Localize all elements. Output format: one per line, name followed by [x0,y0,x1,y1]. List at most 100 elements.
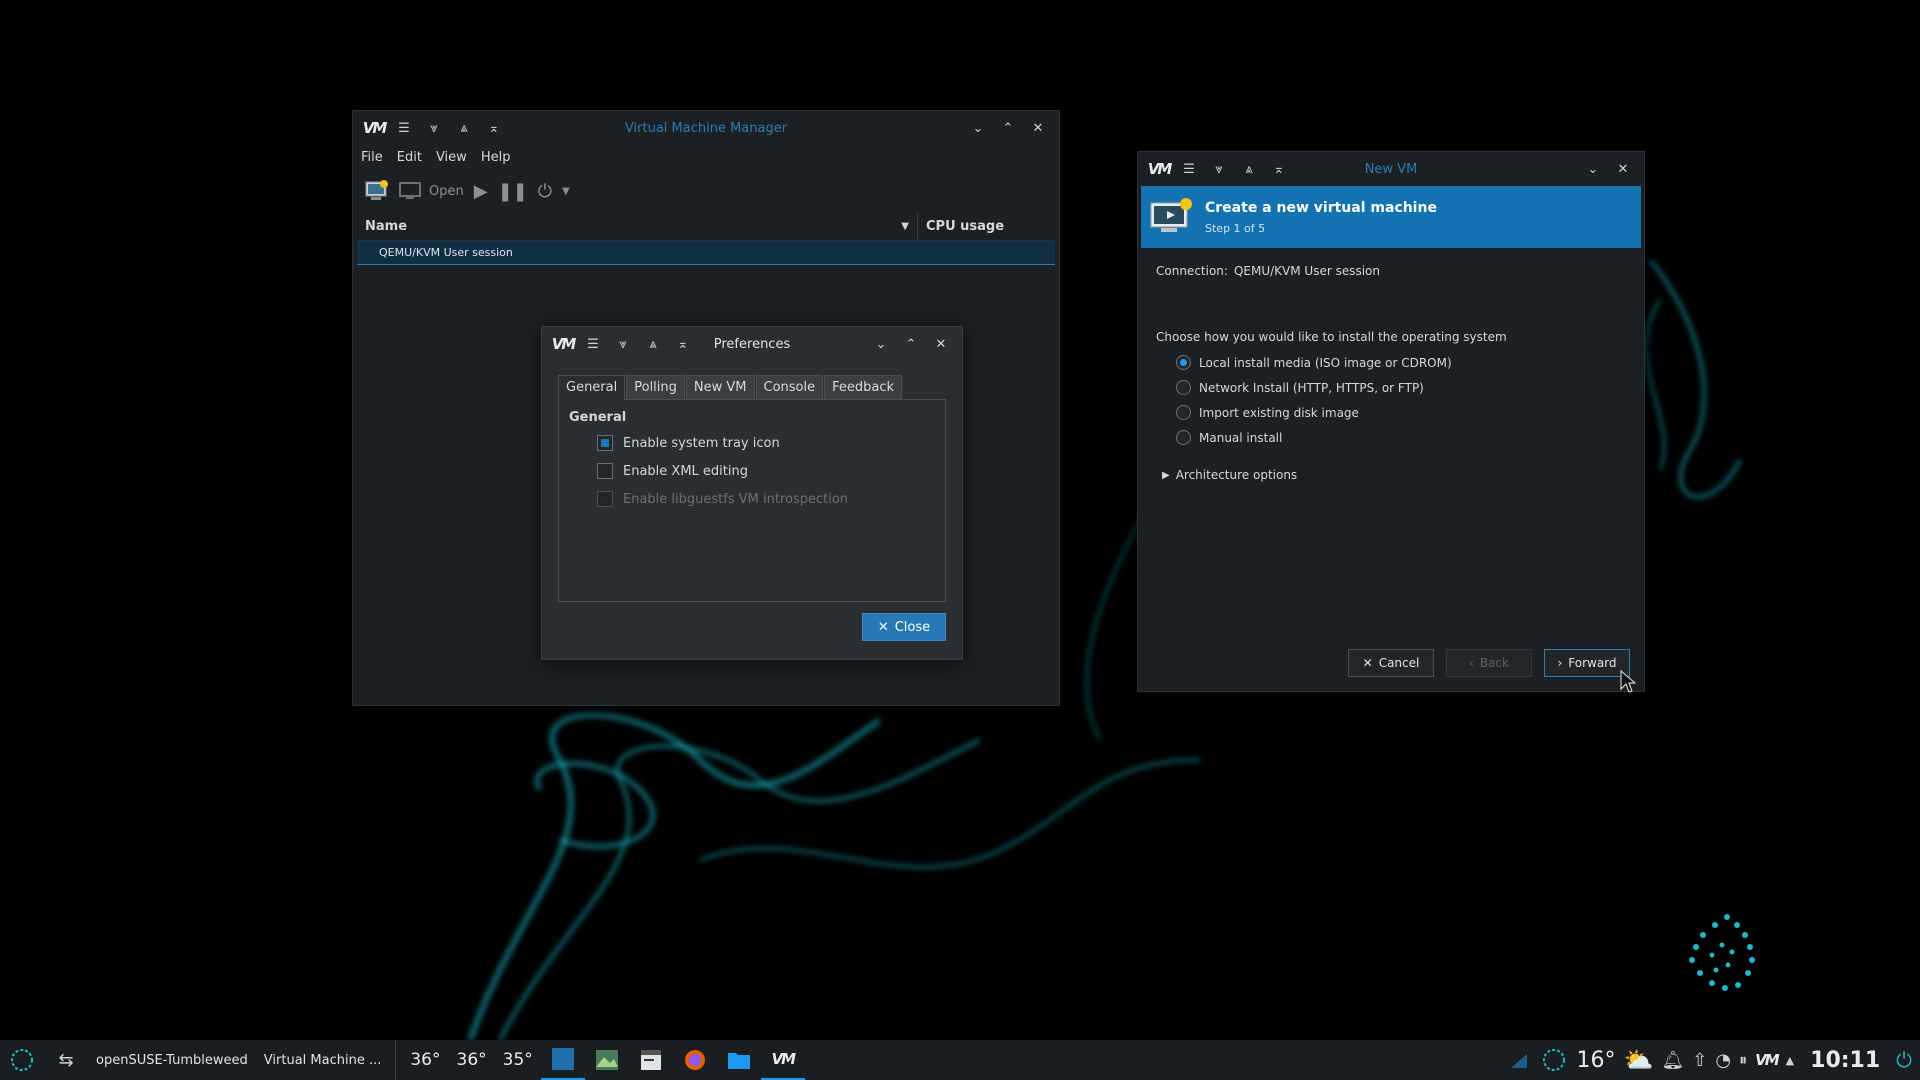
architecture-expander[interactable]: ▶ Architecture options [1162,468,1644,482]
media-pause-icon[interactable]: ⏸ [1739,1050,1747,1070]
tab-feedback[interactable]: Feedback [824,375,903,400]
taskbar-firefox[interactable] [673,1040,717,1080]
maximize-icon[interactable]: ⌃ [896,330,926,358]
shade-up-icon[interactable]: ⩓ [449,114,479,142]
close-button[interactable]: ✕ Close [862,613,946,641]
clock[interactable]: 10:11 [1810,1048,1880,1073]
image-viewer-icon [595,1050,618,1070]
preferences-dialog: VM ☰ ⩔ ⩓ ⌅ Preferences ⌄ ⌃ ✕ General Pol… [541,326,963,660]
minimize-icon[interactable]: ⌄ [963,114,993,142]
app-icon[interactable]: VM [548,330,578,358]
new-vm-button[interactable] [365,180,389,202]
tab-new-vm[interactable]: New VM [685,375,755,400]
virt-manager-tray-icon[interactable]: VM [1755,1051,1780,1069]
keep-above-icon[interactable]: ⌅ [479,114,509,142]
taskbar-virt-manager[interactable]: VM [760,1040,805,1080]
run-button[interactable]: ▶ [474,181,488,202]
titlebar[interactable]: VM ☰ ⩔ ⩓ ⌅ New VM ⌄ ✕ [1138,152,1644,186]
active-task-label[interactable]: Virtual Machine ... [256,1040,390,1080]
menu-view[interactable]: View [436,150,467,165]
notifications-icon[interactable]: 🔔︎ [1661,1050,1684,1071]
menu-icon[interactable]: ☰ [578,330,608,358]
menu-icon[interactable]: ☰ [389,114,419,142]
weather-temperature[interactable]: 16° [1577,1048,1616,1073]
hostname-label: openSUSE-Tumbleweed [96,1052,248,1068]
taskbar-terminal[interactable] [629,1040,673,1080]
install-option-network[interactable]: Network Install (HTTP, HTTPS, or FTP) [1138,375,1644,400]
tray-expand-icon[interactable]: ▲ [1786,1054,1794,1067]
taskbar: ⇆ openSUSE-Tumbleweed Virtual Machine ..… [0,1040,1920,1080]
keep-above-icon[interactable]: ⌅ [668,330,698,358]
shade-down-icon[interactable]: ⩔ [419,114,449,142]
tab-general[interactable]: General [558,375,626,400]
shade-up-icon[interactable]: ⩓ [1234,155,1264,183]
close-icon[interactable]: ✕ [1023,114,1053,142]
menubar: File Edit View Help [353,145,1059,169]
menu-edit[interactable]: Edit [397,150,422,165]
play-icon: ▶ [473,180,488,202]
close-icon[interactable]: ✕ [1608,155,1638,183]
open-label: Open [429,183,464,199]
titlebar[interactable]: VM ☰ ⩔ ⩓ ⌅ Preferences ⌄ ⌃ ✕ [542,327,962,361]
radio-network[interactable] [1176,380,1191,395]
volume-icon[interactable]: ◔ [1715,1050,1731,1071]
network-signal-icon[interactable] [1507,1048,1531,1072]
radio-manual[interactable] [1176,430,1191,445]
cancel-label: Cancel [1378,656,1420,670]
taskbar-image-viewer[interactable] [585,1040,629,1080]
opensuse-launcher-icon [11,1049,33,1071]
connection-label: Connection: [1156,264,1228,278]
chevron-right-icon: › [1557,656,1563,670]
taskbar-vm-monitor[interactable] [540,1040,585,1080]
app-launcher-button[interactable] [0,1040,44,1080]
install-option-import[interactable]: Import existing disk image [1138,400,1644,425]
app-icon[interactable]: VM [1144,155,1174,183]
tab-polling[interactable]: Polling [626,375,685,400]
install-method-group: Local install media (ISO image or CDROM)… [1138,350,1644,450]
taskbar-files[interactable] [717,1040,761,1080]
open-button[interactable]: Open [399,181,464,201]
minimize-icon[interactable]: ⌄ [866,330,896,358]
tray-icon-option[interactable]: Enable system tray icon [569,429,935,457]
window-switcher-button[interactable]: ⇆ [44,1040,88,1080]
new-vm-banner-icon [1150,198,1192,232]
maximize-icon[interactable]: ⌃ [993,114,1023,142]
updates-icon[interactable]: ⇧ [1692,1050,1707,1071]
install-option-manual[interactable]: Manual install [1138,425,1644,450]
name-column-header[interactable]: Name ▼ [357,219,917,234]
power-button-icon[interactable]: ⏻ [1896,1048,1912,1072]
cpu-column-header[interactable]: CPU usage [917,213,1004,240]
connection-value: QEMU/KVM User session [1233,264,1380,278]
shade-up-icon[interactable]: ⩓ [638,330,668,358]
shade-down-icon[interactable]: ⩔ [1204,155,1234,183]
radio-local[interactable] [1176,355,1191,370]
menu-help[interactable]: Help [481,150,511,165]
minimize-icon[interactable]: ⌄ [1578,155,1608,183]
shutdown-button[interactable]: ⏻ [538,181,552,202]
power-icon: ⏻ [537,180,552,202]
menu-file[interactable]: File [361,150,383,165]
tray-icon-checkbox[interactable] [597,435,613,451]
weather-cloud-icon[interactable]: ⛅ [1624,1046,1654,1074]
close-icon[interactable]: ✕ [926,330,956,358]
pause-icon: ❚❚ [497,180,528,202]
pause-button[interactable]: ❚❚ [498,181,528,202]
titlebar[interactable]: VM ☰ ⩔ ⩓ ⌅ Virtual Machine Manager ⌄ ⌃ ✕ [353,111,1059,145]
xml-editing-option[interactable]: Enable XML editing [569,457,935,485]
cancel-button[interactable]: ✕ Cancel [1348,649,1434,677]
app-icon[interactable]: VM [359,114,389,142]
keep-above-icon[interactable]: ⌅ [1264,155,1294,183]
xml-editing-checkbox[interactable] [597,463,613,479]
shade-down-icon[interactable]: ⩔ [608,330,638,358]
tab-console[interactable]: Console [755,375,824,400]
radio-import[interactable] [1176,405,1191,420]
opensuse-tray-icon[interactable] [1539,1045,1569,1075]
close-x-icon: ✕ [877,619,889,635]
shutdown-menu-button[interactable]: ▼ [562,186,570,197]
forward-button[interactable]: › Forward [1544,649,1630,677]
temp-1: 36° [410,1050,441,1070]
install-option-local[interactable]: Local install media (ISO image or CDROM) [1138,350,1644,375]
connection-row[interactable]: QEMU/KVM User session [357,241,1055,265]
menu-icon[interactable]: ☰ [1174,155,1204,183]
vm-list-header: Name ▼ CPU usage [357,213,1055,241]
